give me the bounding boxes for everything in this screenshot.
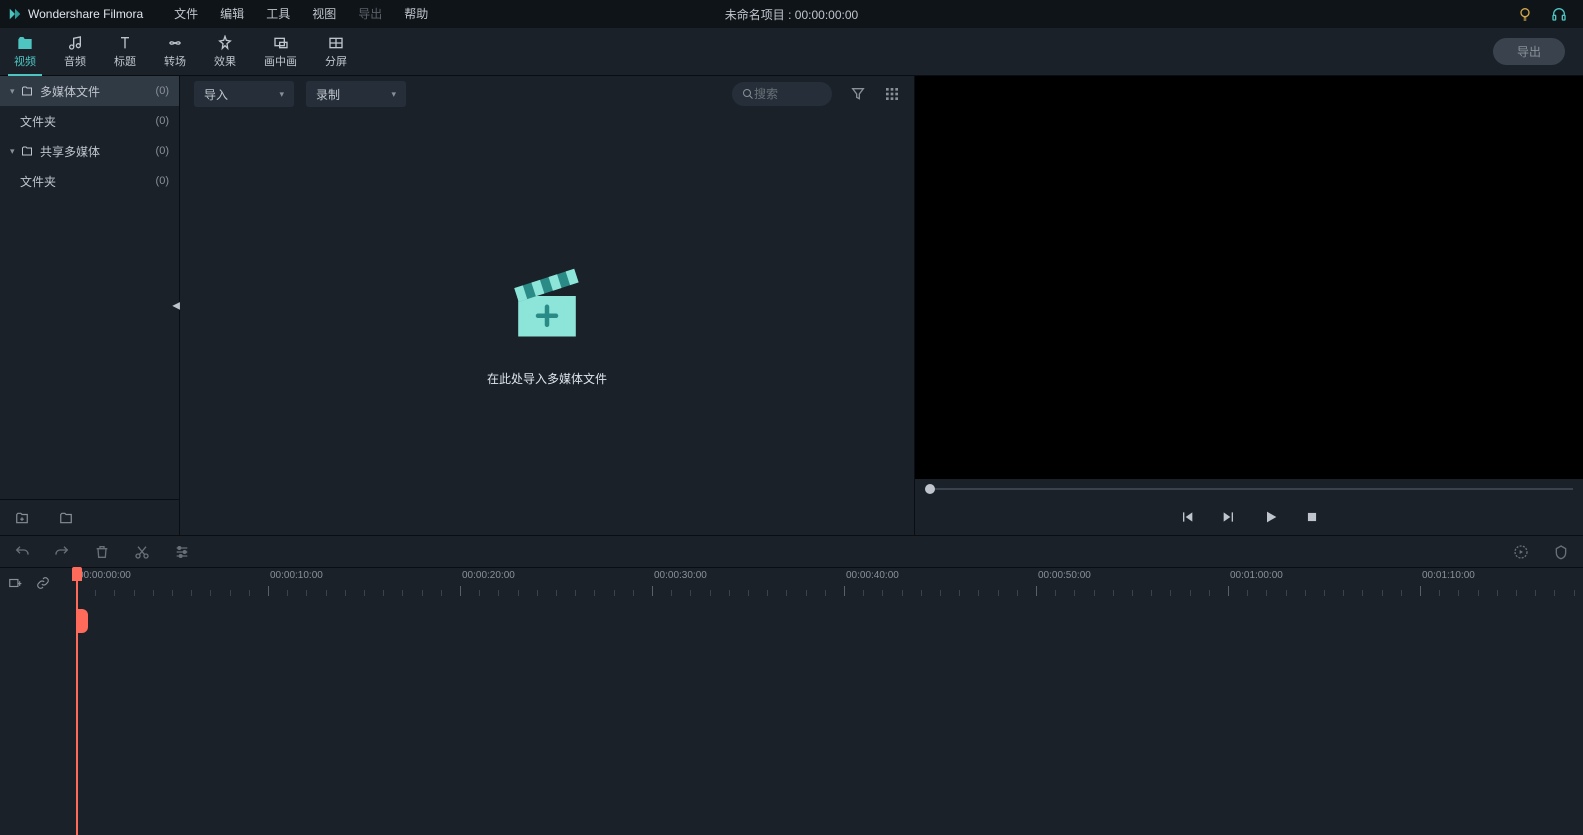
record-dropdown[interactable]: 录制 ▾ xyxy=(306,81,406,107)
marker-button[interactable] xyxy=(1553,544,1569,560)
headphones-icon[interactable] xyxy=(1551,6,1567,22)
filter-icon[interactable] xyxy=(850,86,866,102)
timeline-tracks[interactable] xyxy=(0,597,1583,835)
stop-button[interactable] xyxy=(1305,510,1319,524)
preview-panel xyxy=(915,76,1583,535)
tab-splitscreen[interactable]: 分屏 xyxy=(311,28,361,76)
sidebar-item-shared-media[interactable]: ▾ 共享多媒体 (0) xyxy=(0,136,179,166)
menu-help[interactable]: 帮助 xyxy=(393,0,439,28)
cut-button[interactable] xyxy=(134,544,150,560)
export-button[interactable]: 导出 xyxy=(1493,38,1565,65)
next-frame-button[interactable] xyxy=(1221,509,1237,525)
search-icon xyxy=(742,88,754,100)
tab-transitions[interactable]: 转场 xyxy=(150,28,200,76)
titlebar: Wondershare Filmora 文件 编辑 工具 视图 导出 帮助 未命… xyxy=(0,0,1583,28)
menu-view[interactable]: 视图 xyxy=(301,0,347,28)
preview-scrubber[interactable] xyxy=(915,479,1583,499)
playhead[interactable] xyxy=(76,567,78,835)
tab-audio[interactable]: 音频 xyxy=(50,28,100,76)
chevron-down-icon: ▾ xyxy=(279,89,284,100)
adjust-button[interactable] xyxy=(174,544,190,560)
folder-icon[interactable] xyxy=(58,511,74,525)
app-logo-icon xyxy=(8,7,22,21)
clapperboard-icon xyxy=(502,260,592,350)
project-title: 未命名项目 : 00:00:00:00 xyxy=(725,6,858,23)
import-dropdown[interactable]: 导入 ▾ xyxy=(194,81,294,107)
link-icon[interactable] xyxy=(36,576,50,590)
prev-frame-button[interactable] xyxy=(1179,509,1195,525)
new-folder-icon[interactable] xyxy=(14,511,30,525)
undo-button[interactable] xyxy=(14,544,30,560)
preview-viewport[interactable] xyxy=(915,76,1583,479)
grid-view-icon[interactable] xyxy=(884,86,900,102)
menu-export: 导出 xyxy=(347,0,393,28)
redo-button[interactable] xyxy=(54,544,70,560)
play-button[interactable] xyxy=(1263,509,1279,525)
sidebar-item-media-files[interactable]: ▾ 多媒体文件 (0) xyxy=(0,76,179,106)
main-tabs: 视频 音频 标题 转场 效果 画中画 分屏 导出 xyxy=(0,28,1583,76)
caret-down-icon: ▾ xyxy=(10,146,20,157)
search-field[interactable] xyxy=(754,87,814,101)
tab-titles[interactable]: 标题 xyxy=(100,28,150,76)
sidebar-item-folder-1[interactable]: 文件夹 (0) xyxy=(0,106,179,136)
render-button[interactable] xyxy=(1513,544,1529,560)
collapse-sidebar-icon[interactable]: ◀ xyxy=(172,300,180,311)
import-drop-zone[interactable]: 在此处导入多媒体文件 xyxy=(180,112,914,535)
menu-edit[interactable]: 编辑 xyxy=(209,0,255,28)
scrub-handle[interactable] xyxy=(925,484,935,494)
chevron-down-icon: ▾ xyxy=(391,89,396,100)
add-track-icon[interactable] xyxy=(8,576,22,590)
tab-pip[interactable]: 画中画 xyxy=(250,28,311,76)
folder-icon xyxy=(20,145,34,157)
media-panel: 导入 ▾ 录制 ▾ xyxy=(180,76,915,535)
tab-video[interactable]: 视频 xyxy=(0,28,50,76)
delete-button[interactable] xyxy=(94,544,110,560)
search-input[interactable] xyxy=(732,82,832,106)
sidebar-item-folder-2[interactable]: 文件夹 (0) xyxy=(0,166,179,196)
caret-down-icon: ▾ xyxy=(10,86,20,97)
timeline-toolbar xyxy=(0,535,1583,567)
menu-tools[interactable]: 工具 xyxy=(255,0,301,28)
media-sidebar: ▾ 多媒体文件 (0) 文件夹 (0) ▾ 共享多媒体 (0) 文件夹 (0) … xyxy=(0,76,180,535)
menu-file[interactable]: 文件 xyxy=(163,0,209,28)
import-hint-text: 在此处导入多媒体文件 xyxy=(487,370,607,387)
app-name: Wondershare Filmora xyxy=(28,7,143,21)
timeline-ruler[interactable]: 00:00:00:0000:00:10:0000:00:20:0000:00:3… xyxy=(0,567,1583,597)
folder-icon xyxy=(20,85,34,97)
lightbulb-icon[interactable] xyxy=(1517,6,1533,22)
tab-effects[interactable]: 效果 xyxy=(200,28,250,76)
